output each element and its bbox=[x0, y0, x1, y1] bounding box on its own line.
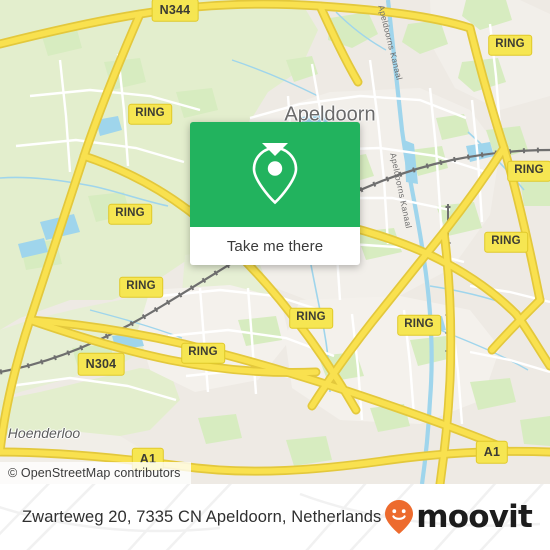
road-shield-ring[interactable]: RING bbox=[397, 314, 441, 336]
moovit-smiley-pin-icon bbox=[385, 500, 414, 534]
callout-pointer bbox=[262, 143, 288, 156]
road-shield-ring[interactable]: RING bbox=[181, 342, 225, 364]
road-shield-ring[interactable]: RING bbox=[507, 160, 550, 182]
address-footer: Zwarteweg 20, 7335 CN Apeldoorn, Netherl… bbox=[0, 484, 550, 550]
road-shield-ring[interactable]: RING bbox=[108, 203, 152, 225]
road-shield-ring[interactable]: RING bbox=[119, 276, 163, 298]
callout-header bbox=[190, 122, 360, 227]
road-shield-ring[interactable]: RING bbox=[488, 34, 532, 56]
osm-attribution-text: © OpenStreetMap contributors bbox=[8, 466, 181, 480]
road-shield-ring[interactable]: RING bbox=[484, 231, 528, 253]
place-label-hoenderloo: Hoenderloo bbox=[7, 425, 81, 441]
map-canvas[interactable]: Apeldoorns Kanaal Apeldoorns Kanaal Apel… bbox=[0, 0, 550, 484]
callout-footer[interactable]: Take me there bbox=[190, 227, 360, 265]
osm-attribution[interactable]: © OpenStreetMap contributors bbox=[0, 462, 191, 484]
road-shield-n304[interactable]: N304 bbox=[77, 352, 125, 376]
take-me-there-label: Take me there bbox=[226, 237, 324, 255]
road-shield-ring[interactable]: RING bbox=[128, 103, 172, 125]
moovit-logo[interactable]: moovit bbox=[384, 498, 533, 535]
address-text: Zwarteweg 20, 7335 CN Apeldoorn, Netherl… bbox=[22, 507, 382, 526]
road-shield-ring[interactable]: RING bbox=[289, 307, 333, 329]
moovit-wordmark: moovit bbox=[416, 498, 533, 535]
road-shield-a1[interactable]: A1 bbox=[475, 440, 509, 464]
road-shield-n344[interactable]: N344 bbox=[151, 0, 199, 22]
moovit-map-card: Apeldoorns Kanaal Apeldoorns Kanaal Apel… bbox=[0, 0, 550, 550]
